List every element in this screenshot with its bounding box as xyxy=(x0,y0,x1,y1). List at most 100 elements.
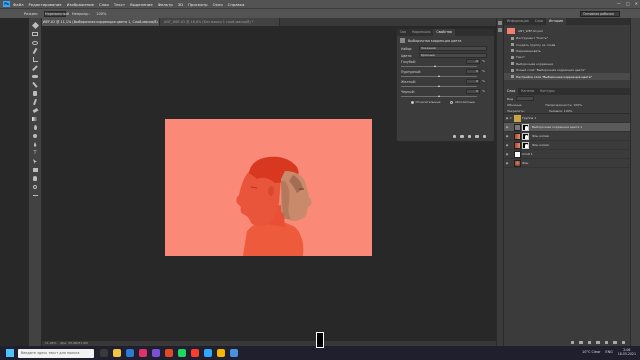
shape-tool-icon[interactable] xyxy=(31,167,40,174)
menu-help[interactable]: Справка xyxy=(228,2,245,7)
blur-tool-icon[interactable] xyxy=(31,124,40,131)
menu-type[interactable]: Текст xyxy=(114,2,125,7)
zoom-level[interactable]: 11,06% xyxy=(45,341,56,345)
brush-tool-icon[interactable] xyxy=(31,82,40,89)
tab-layers-mini[interactable]: Слои xyxy=(532,18,546,25)
photoshop-task-icon[interactable] xyxy=(204,349,212,357)
tab-adjustments[interactable]: Коррекция xyxy=(409,29,433,36)
type-tool-icon[interactable]: T xyxy=(31,150,40,157)
link-icon[interactable] xyxy=(570,340,574,345)
path-select-icon[interactable] xyxy=(31,158,40,165)
new-group-icon[interactable] xyxy=(604,340,608,345)
layer-mask-thumbnail[interactable] xyxy=(522,132,529,140)
tab-paths[interactable]: Контуры xyxy=(537,88,558,95)
more-tools-icon[interactable] xyxy=(31,192,40,199)
file-explorer-icon[interactable] xyxy=(113,349,121,357)
maximize-icon[interactable]: □ xyxy=(626,1,630,6)
layer-row[interactable]: ◉ Фон xyxy=(504,159,630,168)
reset-icon[interactable] xyxy=(467,134,471,138)
menu-select[interactable]: Выделение xyxy=(130,2,153,7)
new-layer-icon[interactable] xyxy=(613,340,617,345)
task-view-icon[interactable] xyxy=(100,349,108,357)
tab-layers[interactable]: Слои xyxy=(504,88,519,95)
menu-file[interactable]: Файл xyxy=(13,2,24,7)
fill-value[interactable]: 100% xyxy=(564,109,573,113)
eyedropper-icon[interactable] xyxy=(31,65,40,72)
layer-row[interactable]: ◉ Выборочная коррекция цвета 1 xyxy=(504,123,630,132)
healing-brush-icon[interactable] xyxy=(31,73,40,80)
add-mask-icon[interactable] xyxy=(587,340,591,345)
app-orange-icon[interactable] xyxy=(165,349,173,357)
layer-row[interactable]: ◉ Фон копия xyxy=(504,132,630,141)
app-green-icon[interactable] xyxy=(178,349,186,357)
close-icon[interactable]: ✕ xyxy=(635,1,638,6)
mode-select[interactable]: Нормальный xyxy=(43,10,69,17)
move-tool-icon[interactable] xyxy=(31,21,40,30)
start-menu-icon[interactable] xyxy=(6,349,14,357)
menu-filter[interactable]: Фильтр xyxy=(158,2,173,7)
menu-3d[interactable]: 3D xyxy=(178,2,183,7)
document-canvas[interactable] xyxy=(165,119,372,256)
app-pink-icon[interactable] xyxy=(139,349,147,357)
opacity-value[interactable]: 100% xyxy=(96,12,106,16)
edge-icon[interactable] xyxy=(126,349,134,357)
taskbar-search[interactable]: Введите здесь текст для поиска xyxy=(18,348,94,358)
visibility-eye-icon[interactable]: ◉ xyxy=(504,152,510,156)
filter-kind-select[interactable] xyxy=(516,96,535,101)
lasso-tool-icon[interactable] xyxy=(31,39,40,46)
radio-relative[interactable]: Относительные xyxy=(411,100,440,104)
slider-handle[interactable] xyxy=(433,65,436,67)
layer-row[interactable]: ◉ Фон копия xyxy=(504,141,630,150)
layer-row[interactable]: ◉ ▾ Группа 1 xyxy=(504,114,630,123)
zoom-tool-icon[interactable] xyxy=(31,184,40,191)
menu-edit[interactable]: Редактирование xyxy=(29,2,62,7)
dodge-tool-icon[interactable] xyxy=(31,133,40,140)
history-brush-icon[interactable] xyxy=(31,98,40,106)
marquee-tool-icon[interactable] xyxy=(31,31,40,38)
app-blue-icon[interactable] xyxy=(230,349,238,357)
history-state[interactable]: Настройка слоя "Выборочная коррекция цве… xyxy=(504,73,630,80)
adjustment-layer-icon[interactable] xyxy=(596,340,600,345)
eye-view-icon[interactable] xyxy=(460,134,464,138)
visibility-eye-icon[interactable]: ◉ xyxy=(504,143,510,147)
menu-image[interactable]: Изображение xyxy=(67,2,94,7)
tab-info[interactable]: Информация xyxy=(504,18,532,25)
layer-mask-thumbnail[interactable] xyxy=(522,123,529,131)
weather-widget[interactable]: 10°C Clear xyxy=(582,350,600,354)
layer-opacity-value[interactable]: 100% xyxy=(573,103,582,107)
app-purple-icon[interactable] xyxy=(152,349,160,357)
preset-select[interactable]: Заказная xyxy=(419,46,487,51)
stamp-tool-icon[interactable] xyxy=(31,90,40,97)
history-panel-icon[interactable] xyxy=(498,21,502,25)
slider-track[interactable] xyxy=(401,65,477,67)
app-red-icon[interactable] xyxy=(191,349,199,357)
fx-icon[interactable] xyxy=(579,340,583,345)
menu-layer[interactable]: Слои xyxy=(99,2,109,7)
tab-swatches[interactable]: Сво xyxy=(397,29,409,36)
app-yellow-icon[interactable] xyxy=(217,349,225,357)
history-snapshot[interactable]: ANT_WEF-ID.psd xyxy=(504,27,630,35)
tab-properties[interactable]: Свойства xyxy=(433,29,455,36)
visibility-eye-icon[interactable]: ◉ xyxy=(504,134,510,138)
slider-handle[interactable] xyxy=(437,95,440,97)
slider-value-field[interactable]: 0 xyxy=(466,79,480,84)
layer-mask-thumbnail[interactable] xyxy=(522,141,529,149)
clip-icon[interactable] xyxy=(452,134,456,138)
trash-icon[interactable] xyxy=(482,134,486,138)
hand-tool-icon[interactable] xyxy=(31,175,40,182)
colors-select[interactable]: Красные xyxy=(419,53,487,58)
visibility-eye-icon[interactable]: ◉ xyxy=(504,161,510,165)
tab-history[interactable]: История xyxy=(545,18,566,25)
pen-tool-icon[interactable] xyxy=(31,141,40,148)
slider-handle[interactable] xyxy=(437,75,440,77)
quick-select-icon[interactable] xyxy=(31,47,40,55)
layer-row[interactable]: ◉ Слой 1 xyxy=(504,150,630,159)
visibility-eye-icon[interactable]: ◉ xyxy=(504,125,510,129)
radio-absolute[interactable]: Абсолютные xyxy=(450,100,475,104)
clock[interactable]: 2:08 18.05.2021 xyxy=(618,348,636,356)
tab-document-1[interactable]: ANT_WEF-ID @ 11,1% (Выборочная коррекция… xyxy=(30,18,160,26)
workspace-select[interactable]: Основная рабочая среда xyxy=(580,11,620,21)
slider-value-field[interactable]: 0 xyxy=(466,69,480,74)
properties-panel-icon[interactable] xyxy=(498,28,502,32)
language-indicator[interactable]: ENG xyxy=(605,350,612,354)
